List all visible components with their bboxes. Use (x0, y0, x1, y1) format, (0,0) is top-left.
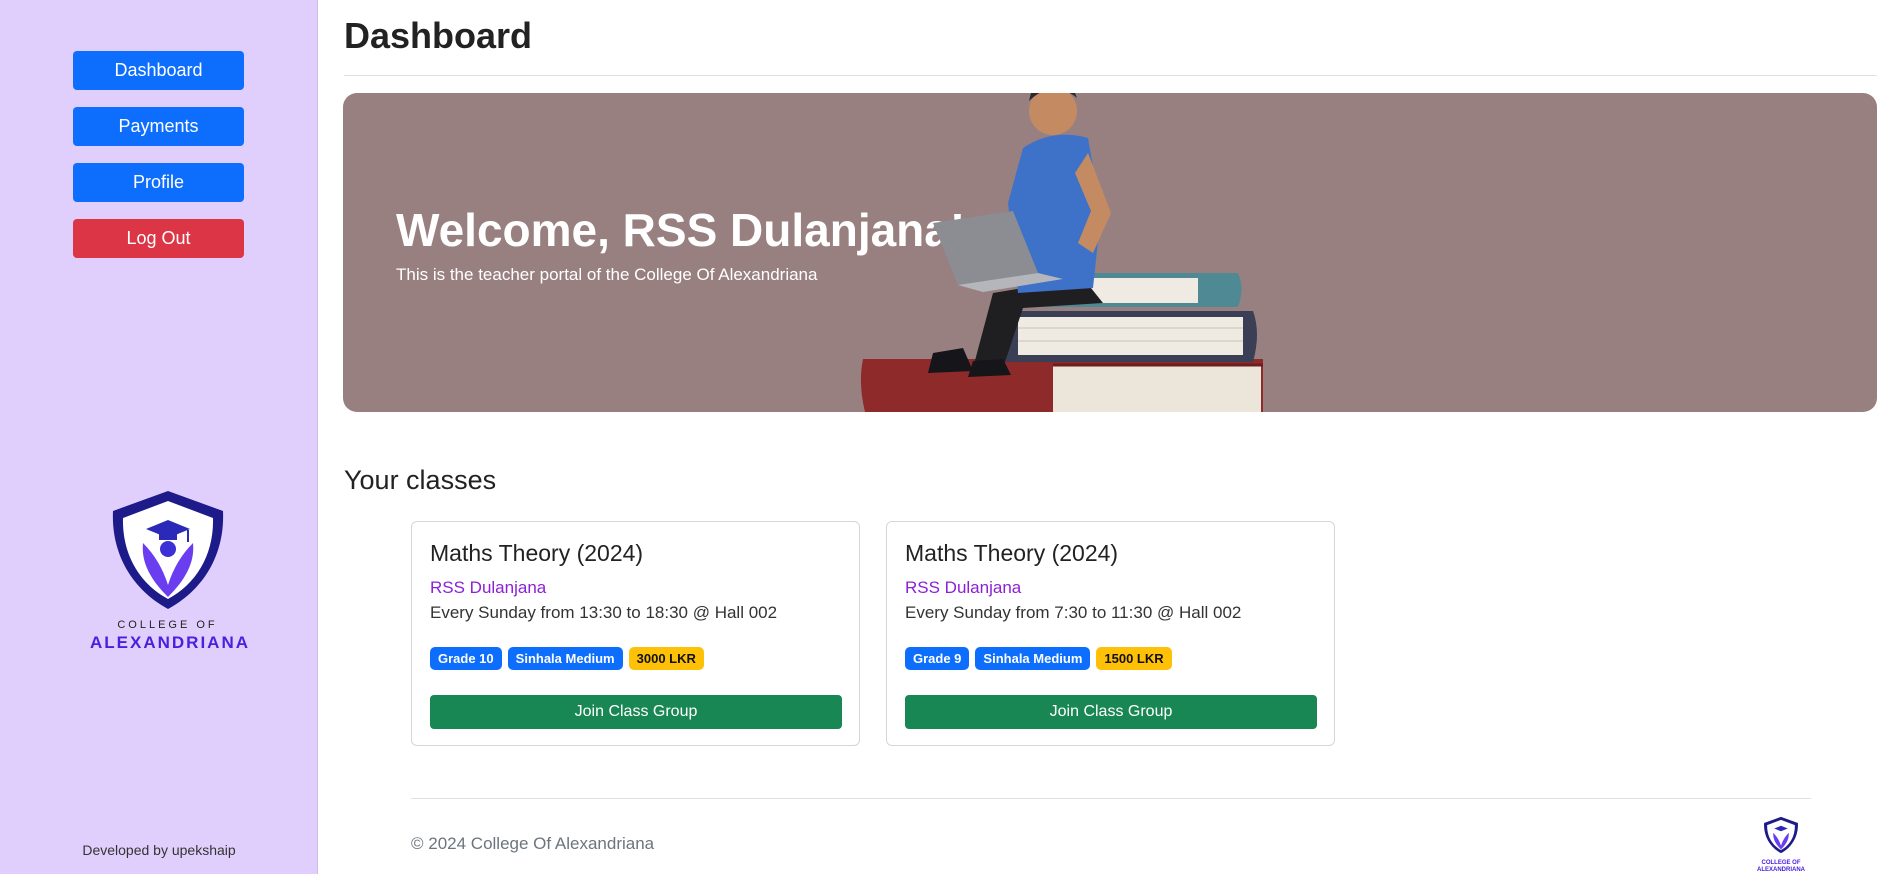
shield-graduation-cap-icon (1764, 816, 1798, 854)
medium-badge: Sinhala Medium (975, 647, 1091, 670)
person-with-laptop-on-books-illustration (860, 93, 1263, 412)
class-title: Maths Theory (2024) (430, 540, 644, 566)
page-title: Dashboard (344, 15, 533, 56)
nav-profile-button[interactable]: Profile (73, 163, 244, 202)
classes-section-title: Your classes (344, 465, 497, 495)
logout-button[interactable]: Log Out (73, 219, 244, 258)
footer-copyright: © 2024 College Of Alexandriana (411, 834, 655, 853)
class-title: Maths Theory (2024) (905, 540, 1119, 566)
title-divider (344, 75, 1877, 76)
footer-logo: COLLEGE OF ALEXANDRIANA (1756, 815, 1806, 873)
sidebar: Dashboard Payments Profile Log Out COLLE… (0, 0, 318, 874)
fee-badge: 1500 LKR (1096, 647, 1172, 670)
class-badges: Grade 10 Sinhala Medium 3000 LKR (430, 647, 704, 670)
nav-payments-button[interactable]: Payments (73, 107, 244, 146)
class-card: Maths Theory (2024) RSS Dulanjana Every … (411, 521, 860, 746)
footer-logo-line2: ALEXANDRIANA (1757, 867, 1805, 873)
medium-badge: Sinhala Medium (507, 647, 623, 670)
class-schedule: Every Sunday from 7:30 to 11:30 @ Hall 0… (905, 603, 1242, 622)
logo-text-line2: ALEXANDRIANA (90, 633, 250, 652)
logo-text-line1: COLLEGE OF (117, 619, 218, 631)
welcome-banner: Welcome, RSS Dulanjana! This is the teac… (343, 93, 1877, 412)
welcome-subtitle: This is the teacher portal of the Colleg… (396, 265, 818, 284)
class-schedule: Every Sunday from 13:30 to 18:30 @ Hall … (430, 603, 778, 622)
nav-dashboard-button[interactable]: Dashboard (73, 51, 244, 90)
college-logo: COLLEGE OF ALEXANDRIANA (90, 485, 250, 652)
class-teacher: RSS Dulanjana (905, 578, 1022, 597)
join-class-group-button[interactable]: Join Class Group (430, 695, 842, 729)
shield-graduation-cap-icon (112, 491, 223, 609)
fee-badge: 3000 LKR (628, 647, 704, 670)
developer-credit: Developed by upekshaip (82, 842, 236, 858)
grade-badge: Grade 9 (905, 647, 970, 670)
class-teacher: RSS Dulanjana (430, 578, 547, 597)
join-class-group-button[interactable]: Join Class Group (905, 695, 1317, 729)
class-card: Maths Theory (2024) RSS Dulanjana Every … (886, 521, 1335, 746)
footer-logo-line1: COLLEGE OF (1761, 860, 1801, 866)
grade-badge: Grade 10 (430, 647, 502, 670)
footer-divider (411, 798, 1811, 799)
class-badges: Grade 9 Sinhala Medium 1500 LKR (905, 647, 1172, 670)
